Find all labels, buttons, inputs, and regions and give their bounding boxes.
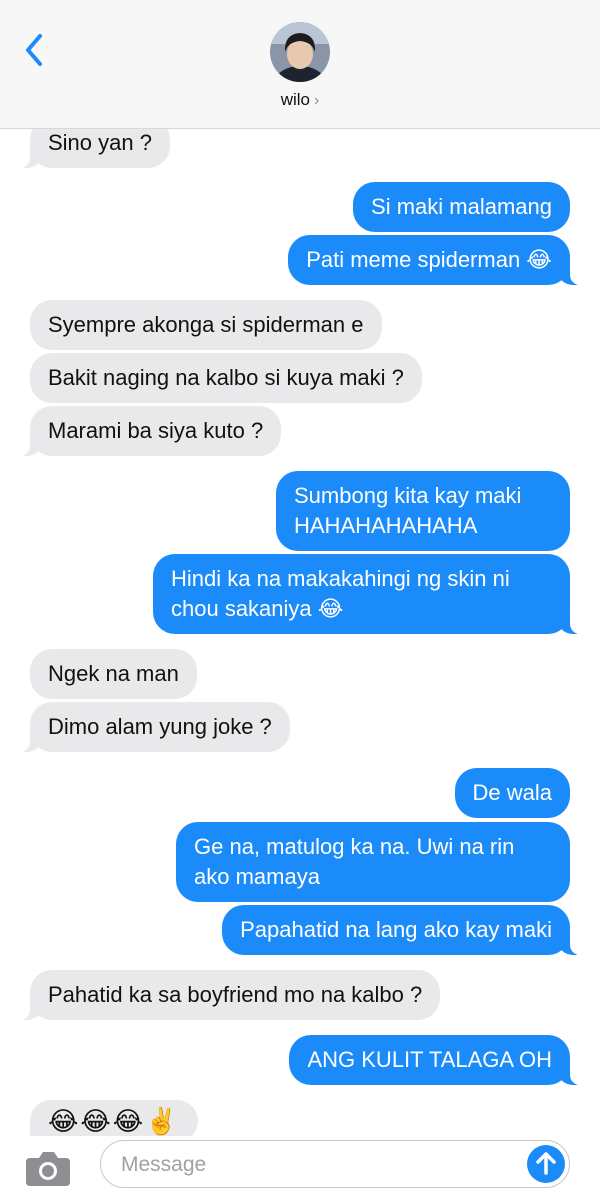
send-button[interactable] <box>527 1145 565 1183</box>
message-bubble-incoming[interactable]: Syempre akonga si spiderman e <box>30 300 382 350</box>
message-thread: Sino yan ? Si maki malamang Pati meme sp… <box>0 0 600 1200</box>
message-text: Bakit naging na kalbo si kuya maki ? <box>48 365 404 390</box>
message-text: De wala <box>472 780 552 805</box>
message-bubble-incoming[interactable]: Marami ba siya kuto ? <box>17 406 282 456</box>
message-text: 😂😂😂✌️ <box>48 1106 180 1136</box>
message-bubble-incoming[interactable]: Bakit naging na kalbo si kuya maki ? <box>30 353 422 403</box>
message-bubble-outgoing[interactable]: Hindi ka na makakahingi ng skin ni chou … <box>153 554 582 634</box>
message-text: Sumbong kita kay maki HAHAHAHAHAHA <box>294 483 522 538</box>
message-text: Si maki malamang <box>371 194 552 219</box>
message-field <box>100 1140 570 1188</box>
avatar[interactable] <box>270 22 330 82</box>
chevron-right-icon: › <box>313 92 320 109</box>
conversation-header: wilo › <box>0 0 600 129</box>
contact-name: wilo <box>280 90 310 109</box>
message-text: Ge na, matulog ka na. Uwi na rin ako mam… <box>194 834 515 889</box>
message-bubble-outgoing[interactable]: Sumbong kita kay maki HAHAHAHAHAHA <box>276 471 570 551</box>
message-text: Pahatid ka sa boyfriend mo na kalbo ? <box>48 982 423 1007</box>
message-text: Pati meme spiderman 😂 <box>306 247 552 272</box>
back-button[interactable] <box>16 30 56 70</box>
contact-name-button[interactable]: wilo › <box>0 90 600 110</box>
message-bubble-outgoing[interactable]: Ge na, matulog ka na. Uwi na rin ako mam… <box>176 822 570 902</box>
message-text: ANG KULIT TALAGA OH <box>307 1047 552 1072</box>
message-text: Sino yan ? <box>48 130 152 155</box>
chevron-left-icon <box>26 34 42 66</box>
message-bubble-incoming[interactable]: Pahatid ka sa boyfriend mo na kalbo ? <box>17 970 441 1020</box>
arrow-up-icon <box>536 1152 556 1175</box>
message-text: Syempre akonga si spiderman e <box>48 312 364 337</box>
message-text: Papahatid na lang ako kay maki <box>240 917 552 942</box>
message-bubble-outgoing[interactable]: ANG KULIT TALAGA OH <box>289 1035 582 1085</box>
message-bubble-outgoing[interactable]: De wala <box>454 768 570 818</box>
compose-bar <box>0 1136 600 1200</box>
message-text: Hindi ka na makakahingi ng skin ni chou … <box>171 566 510 621</box>
contact-photo <box>270 22 330 82</box>
message-input[interactable] <box>119 1141 523 1188</box>
camera-icon <box>26 1152 70 1186</box>
message-bubble-incoming[interactable]: Dimo alam yung joke ? <box>18 702 290 752</box>
message-bubble-outgoing[interactable]: Papahatid na lang ako kay maki <box>222 905 582 955</box>
message-text: Marami ba siya kuto ? <box>48 418 264 443</box>
message-text: Dimo alam yung joke ? <box>48 714 272 739</box>
message-bubble-incoming[interactable]: Ngek na man <box>30 649 197 699</box>
message-bubble-outgoing[interactable]: Pati meme spiderman 😂 <box>288 235 582 285</box>
camera-button[interactable] <box>24 1148 72 1188</box>
message-bubble-outgoing[interactable]: Si maki malamang <box>353 182 570 232</box>
message-text: Ngek na man <box>48 661 179 686</box>
